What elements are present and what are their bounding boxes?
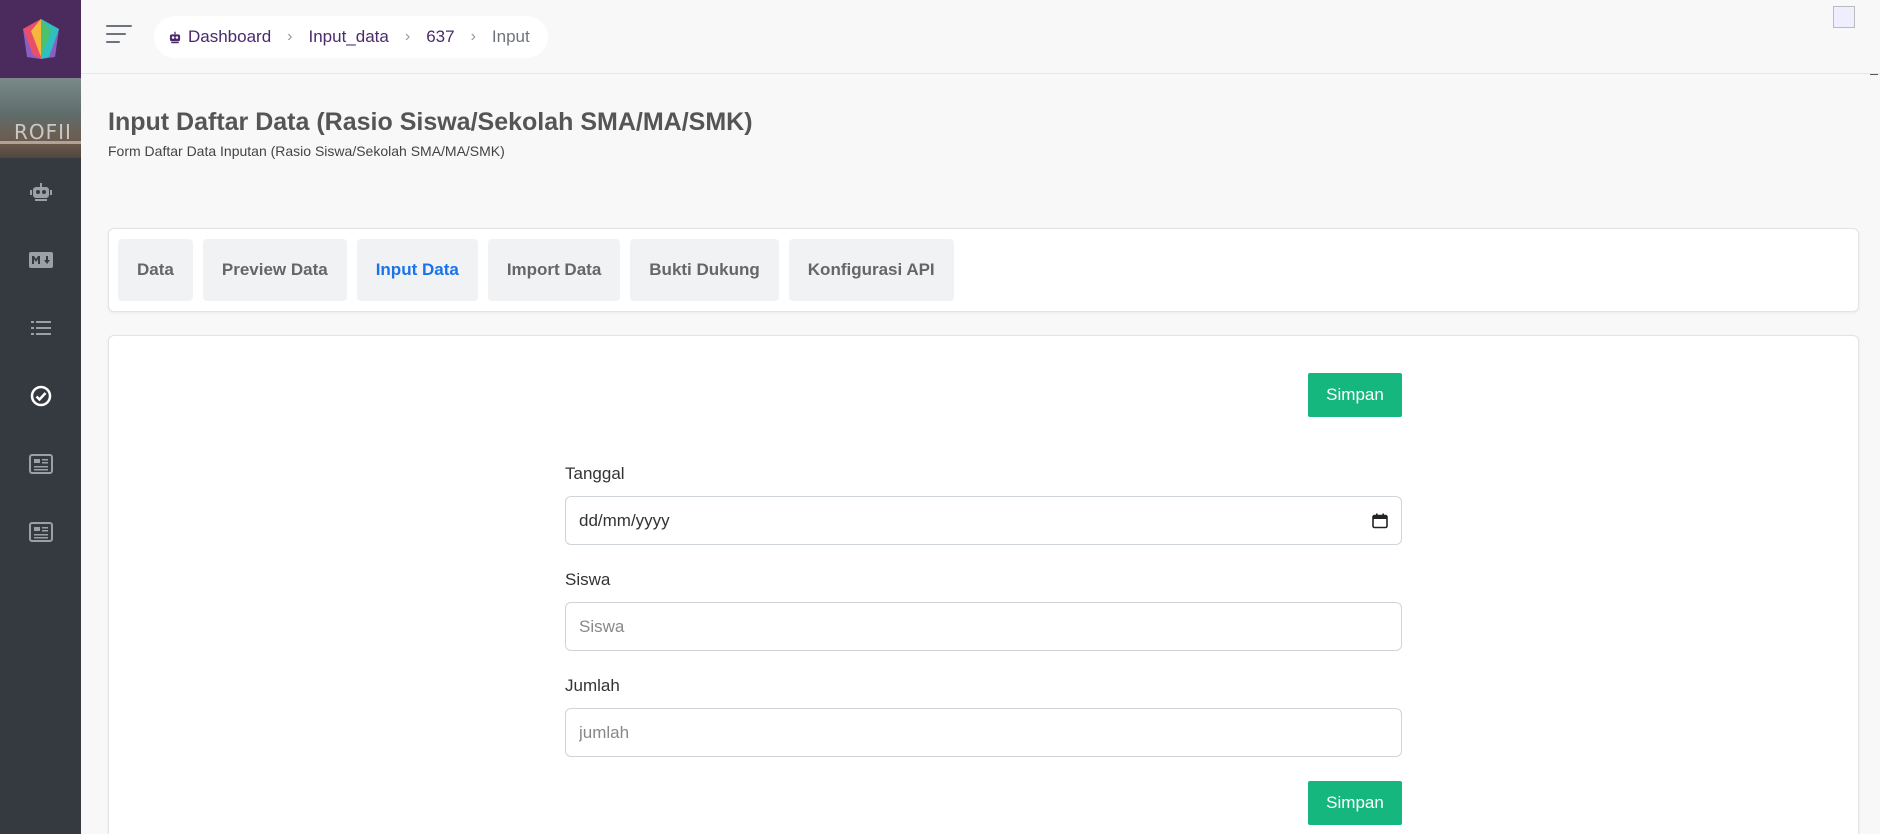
robot-icon bbox=[169, 31, 181, 43]
tanggal-date-input[interactable]: dd/mm/yyyy bbox=[565, 496, 1402, 545]
breadcrumb-current: Input bbox=[491, 27, 530, 46]
jumlah-label: Jumlah bbox=[565, 676, 620, 695]
app-logo[interactable] bbox=[0, 0, 81, 78]
tabs-card: Data Preview Data Input Data Import Data… bbox=[108, 228, 1859, 312]
menu-line-icon bbox=[106, 41, 120, 43]
siswa-label: Siswa bbox=[565, 570, 611, 589]
tanggal-label: Tanggal bbox=[565, 464, 625, 483]
newspaper-icon bbox=[28, 522, 53, 542]
tanggal-group: Tanggal dd/mm/yyyy bbox=[565, 464, 1402, 545]
robot-icon bbox=[29, 183, 52, 201]
sidebar: ROFII bbox=[0, 0, 81, 834]
breadcrumb-separator-icon: › bbox=[404, 28, 411, 45]
tab-data[interactable]: Data bbox=[118, 239, 193, 301]
siswa-input[interactable] bbox=[565, 602, 1402, 651]
menu-line-icon bbox=[106, 33, 126, 35]
input-form-card: Simpan Tanggal dd/mm/yyyy Siswa Jumlah S… bbox=[108, 335, 1859, 834]
sidebar-item-dashboard[interactable] bbox=[0, 158, 81, 226]
sidebar-item-news-2[interactable] bbox=[0, 498, 81, 566]
sidebar-banner-image: ROFII bbox=[0, 78, 81, 158]
save-button-bottom[interactable]: Simpan bbox=[1308, 781, 1402, 825]
sidebar-item-check[interactable] bbox=[0, 362, 81, 430]
tanggal-value: dd/mm/yyyy bbox=[579, 510, 670, 530]
tab-preview-data[interactable]: Preview Data bbox=[202, 239, 347, 301]
jumlah-input[interactable] bbox=[565, 708, 1402, 757]
page-subtitle: Form Daftar Data Inputan (Rasio Siswa/Se… bbox=[108, 143, 505, 159]
menu-line-icon bbox=[106, 25, 132, 27]
breadcrumb-input-data-link[interactable]: Input_data bbox=[309, 27, 389, 47]
markdown-icon bbox=[28, 252, 53, 268]
breadcrumb-separator-icon: › bbox=[470, 28, 476, 45]
breadcrumb-dashboard-label: Dashboard bbox=[188, 27, 272, 46]
breadcrumb-id-link[interactable]: 637 bbox=[426, 27, 454, 47]
user-avatar-broken-image-icon[interactable] bbox=[1833, 6, 1855, 28]
crystal-logo-icon bbox=[22, 19, 59, 59]
scroll-marker bbox=[1870, 74, 1878, 75]
page-title: Input Daftar Data (Rasio Siswa/Sekolah S… bbox=[108, 108, 753, 136]
topbar: Dashboard › Input_data › 637 › Input bbox=[81, 0, 1880, 74]
sidebar-item-news-1[interactable] bbox=[0, 430, 81, 498]
siswa-group: Siswa bbox=[565, 570, 1402, 651]
jumlah-group: Jumlah bbox=[565, 676, 1402, 757]
check-circle-icon bbox=[30, 385, 51, 407]
banner-text: ROFII bbox=[14, 120, 72, 144]
sidebar-item-markdown[interactable] bbox=[0, 226, 81, 294]
sidebar-item-list[interactable] bbox=[0, 294, 81, 362]
tab-konfigurasi-api[interactable]: Konfigurasi API bbox=[788, 239, 954, 301]
breadcrumb-dashboard-link[interactable]: Dashboard bbox=[168, 27, 271, 47]
tab-import-data[interactable]: Import Data bbox=[487, 239, 621, 301]
newspaper-icon bbox=[28, 454, 53, 474]
calendar-icon[interactable] bbox=[1372, 513, 1388, 529]
tab-input-data[interactable]: Input Data bbox=[356, 239, 478, 301]
menu-toggle-button[interactable] bbox=[106, 23, 134, 45]
save-button-top[interactable]: Simpan bbox=[1308, 373, 1402, 417]
breadcrumb: Dashboard › Input_data › 637 › Input bbox=[154, 16, 548, 58]
sidebar-nav bbox=[0, 158, 81, 566]
breadcrumb-separator-icon: › bbox=[287, 28, 293, 45]
list-icon bbox=[30, 321, 51, 335]
tab-bukti-dukung[interactable]: Bukti Dukung bbox=[630, 239, 779, 301]
